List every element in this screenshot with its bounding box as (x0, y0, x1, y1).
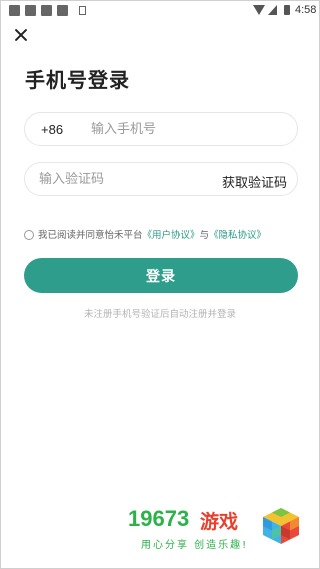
country-code[interactable]: +86 (41, 122, 63, 137)
auto-register-hint: 未注册手机号验证后自动注册并登录 (83, 309, 236, 320)
phone-input[interactable] (91, 113, 281, 145)
login-button[interactable]: 登录 (24, 258, 298, 293)
code-input[interactable] (39, 163, 209, 195)
page-title: 手机号登录 (25, 68, 130, 92)
phone-field: +86 (24, 112, 298, 146)
agreement-connector: 与 (199, 230, 210, 241)
notification-icon (57, 5, 68, 16)
notification-icon (41, 5, 52, 16)
cube-logo-icon (263, 508, 299, 544)
privacy-agreement-link[interactable]: 《隐私协议》 (209, 230, 266, 241)
wifi-icon (253, 5, 265, 15)
status-bar: 4:58 (1, 1, 319, 21)
status-time: 4:58 (295, 4, 317, 16)
code-field: 获取验证码 (24, 162, 298, 196)
notification-icon (25, 5, 36, 16)
notification-icon (9, 5, 20, 16)
watermark-number: 19673 (128, 506, 190, 531)
watermark-slogan: 用心分享 创造乐趣! (141, 540, 249, 551)
battery-icon (284, 5, 290, 15)
get-code-button[interactable]: 获取验证码 (222, 172, 287, 191)
close-icon[interactable] (11, 25, 31, 45)
user-agreement-link[interactable]: 《用户协议》 (143, 230, 200, 241)
signal-icon (268, 5, 277, 15)
sim-icon (79, 6, 86, 15)
agree-radio[interactable] (24, 230, 34, 240)
watermark-word: 游戏 (200, 511, 239, 533)
agreement-row: 我已阅读并同意怡禾平台《用户协议》与《隐私协议》 (24, 227, 266, 241)
agreement-text: 我已阅读并同意怡禾平台 (38, 230, 143, 241)
